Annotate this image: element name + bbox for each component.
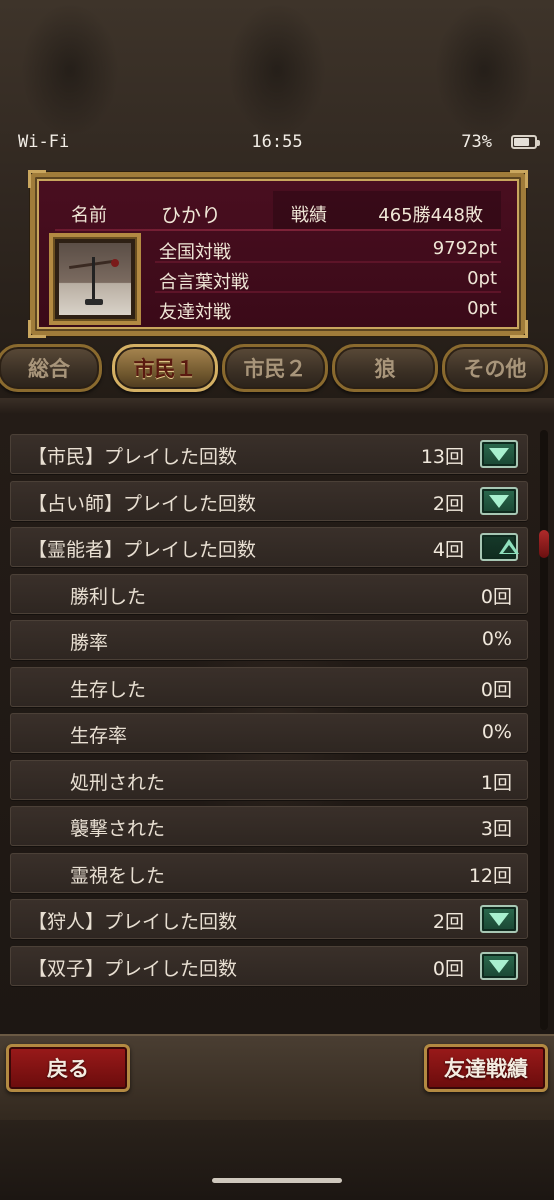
row-value: 2回 [432, 493, 464, 515]
row-value: 4回 [432, 539, 464, 561]
stat-label: 全国対戦 [159, 242, 231, 263]
row-value: 0% [481, 628, 512, 650]
home-indicator[interactable] [212, 1178, 342, 1183]
battery-percent: 73% [461, 132, 492, 152]
row-value: 12回 [468, 865, 512, 887]
tab-wolf[interactable]: 狼 [332, 344, 438, 392]
stat-row-password: 合言葉対戦 0pt [155, 265, 501, 293]
friend-record-button[interactable]: 友達戦績 [424, 1044, 548, 1092]
role-play-count-row[interactable]: 【霊能者】プレイした回数 4回 [10, 527, 528, 567]
bottom-strip [0, 1120, 554, 1200]
player-name: ひかり [161, 203, 221, 227]
stat-detail-row: 生存した 0回 [10, 667, 528, 707]
stat-row-friend: 友達対戦 0pt [155, 295, 501, 323]
row-label: 【霊能者】プレイした回数 [28, 539, 257, 561]
role-play-count-row[interactable]: 【双子】プレイした回数 0回 [10, 946, 528, 986]
row-value: 0回 [480, 679, 512, 701]
stats-list[interactable]: 【市民】プレイした回数 13回 【占い師】プレイした回数 2回 【霊能者】プレイした回数… [0, 398, 554, 1034]
stat-value: 0pt [467, 268, 497, 289]
stat-detail-row: 襲撃された 3回 [10, 806, 528, 846]
expand-icon[interactable] [480, 952, 518, 980]
collapse-icon[interactable] [480, 533, 519, 561]
win-loss-record: 465勝448敗 [378, 205, 483, 226]
role-play-count-row[interactable]: 【占い師】プレイした回数 2回 [10, 481, 528, 521]
row-label: 襲撃された [70, 818, 166, 840]
avatar-image [59, 243, 131, 315]
role-play-count-row[interactable]: 【市民】プレイした回数 13回 [10, 434, 528, 474]
stat-value: 9792pt [432, 238, 497, 259]
stat-value: 0pt [467, 298, 497, 319]
row-label: 【占い師】プレイした回数 [28, 493, 257, 515]
row-label: 勝率 [70, 632, 109, 654]
row-label: 霊視をした [70, 865, 166, 887]
row-value: 0回 [480, 586, 512, 608]
tab-overall[interactable]: 総合 [0, 344, 102, 392]
row-label: 【双子】プレイした回数 [28, 958, 238, 980]
profile-panel: 名前 ひかり 戦績 465勝448敗 全国対戦 9792pt 合言葉対戦 0pt… [28, 170, 528, 338]
back-button[interactable]: 戻る [6, 1044, 130, 1092]
role-play-count-row[interactable]: 【狩人】プレイした回数 2回 [10, 899, 528, 939]
stat-detail-row: 勝率 0% [10, 620, 528, 660]
row-label: 勝利した [70, 586, 147, 608]
row-label: 【狩人】プレイした回数 [28, 911, 238, 933]
row-value: 13回 [420, 446, 464, 468]
stat-detail-row: 霊視をした 12回 [10, 853, 528, 893]
row-label: 処刑された [70, 772, 166, 794]
row-value: 2回 [432, 911, 464, 933]
record-label: 戦績 [291, 205, 327, 226]
stat-label: 合言葉対戦 [159, 272, 249, 293]
tab-citizen-1[interactable]: 市民１ [112, 344, 218, 392]
category-tabs: 総合 市民１ 市民２ 狼 その他 [0, 340, 554, 398]
expand-icon[interactable] [480, 440, 518, 468]
name-label: 名前 [71, 205, 107, 226]
row-value: 0% [481, 721, 512, 743]
stat-label: 友達対戦 [159, 302, 231, 323]
row-value: 0回 [432, 958, 464, 980]
tab-other[interactable]: その他 [442, 344, 548, 392]
bottom-bar: 戻る 友達戦績 [0, 1034, 554, 1120]
tab-citizen-2[interactable]: 市民２ [222, 344, 328, 392]
stat-detail-row: 勝利した 0回 [10, 574, 528, 614]
avatar[interactable] [49, 233, 141, 325]
row-value: 3回 [480, 818, 512, 840]
scroll-thumb[interactable] [539, 530, 549, 558]
scrollbar[interactable] [539, 430, 549, 1030]
row-label: 生存した [70, 679, 147, 701]
expand-icon[interactable] [480, 487, 518, 515]
row-label: 生存率 [70, 725, 128, 747]
stat-detail-row: 生存率 0% [10, 713, 528, 753]
expand-icon[interactable] [480, 905, 518, 933]
battery-icon [511, 135, 540, 149]
row-label: 【市民】プレイした回数 [28, 446, 238, 468]
row-value: 1回 [480, 772, 512, 794]
stat-row-national: 全国対戦 9792pt [155, 235, 501, 263]
stat-detail-row: 処刑された 1回 [10, 760, 528, 800]
